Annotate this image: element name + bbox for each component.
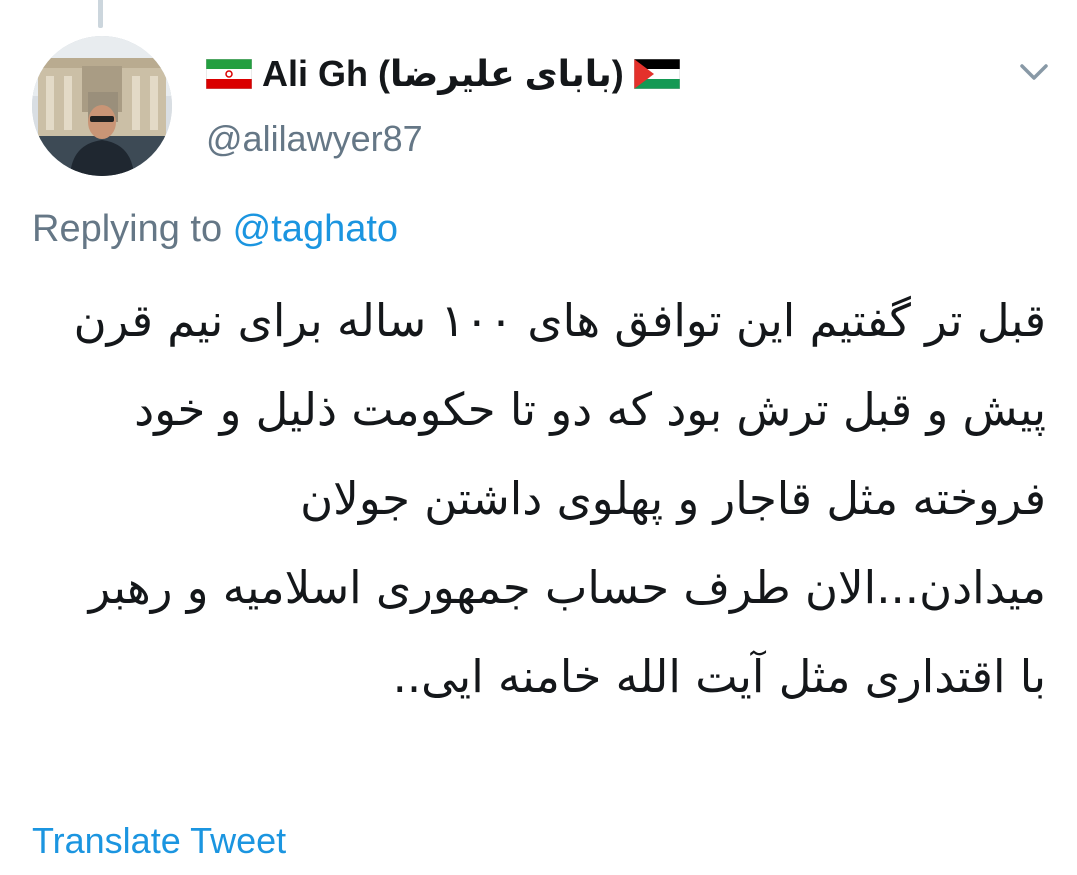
chevron-down-icon[interactable] — [1014, 58, 1054, 86]
tweet-text: قبل تر گفتیم این توافق های ۱۰۰ ساله برای… — [73, 294, 1046, 703]
avatar-photo-icon — [32, 36, 172, 176]
replying-to-label: Replying to — [32, 208, 233, 250]
author-handle[interactable]: @alilawyer87 — [206, 118, 423, 160]
iran-flag-icon — [206, 59, 252, 89]
palestine-flag-icon — [633, 59, 680, 89]
reply-mention-link[interactable]: @taghato — [233, 208, 398, 250]
author-name-row[interactable]: Ali Gh (بابای علیرضا) — [206, 52, 680, 96]
avatar[interactable] — [32, 36, 172, 176]
thread-connector-line — [98, 0, 103, 28]
replying-to-line: Replying to @taghato — [32, 208, 398, 251]
translate-tweet-link[interactable]: Translate Tweet — [32, 820, 286, 862]
author-display-name[interactable]: Ali Gh (بابای علیرضا) — [262, 53, 624, 95]
